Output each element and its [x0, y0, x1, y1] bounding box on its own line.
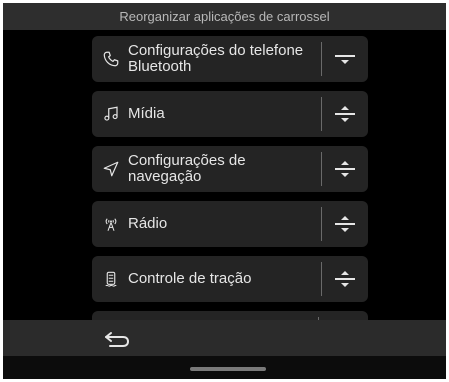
back-arrow-icon[interactable] — [99, 326, 135, 352]
reorder-icon[interactable] — [322, 146, 368, 192]
bottom-bar — [3, 320, 446, 356]
list-item-label: Configurações do telefone Bluetooth — [128, 42, 304, 75]
radio-antenna-icon — [94, 201, 128, 247]
traction-control-icon — [94, 256, 128, 302]
reorder-icon[interactable] — [322, 256, 368, 302]
reorder-icon[interactable] — [322, 91, 368, 137]
list-item-label: Rádio — [128, 215, 168, 232]
list-item-media[interactable]: Mídia — [92, 91, 368, 137]
list-item-partial[interactable] — [92, 311, 368, 320]
navigation-arrow-icon — [94, 146, 128, 192]
app-list: Configurações do telefone Bluetooth Mídi… — [3, 30, 446, 320]
list-item-label: Controle de tração — [128, 270, 252, 287]
title-bar: Reorganizar aplicações de carrossel — [3, 3, 446, 30]
home-indicator[interactable] — [190, 367, 266, 371]
move-down-icon[interactable] — [322, 36, 368, 82]
reorder-icon[interactable] — [322, 201, 368, 247]
list-item-radio[interactable]: Rádio — [92, 201, 368, 247]
phone-icon — [94, 36, 128, 82]
list-item-bluetooth-phone[interactable]: Configurações do telefone Bluetooth — [92, 36, 368, 82]
list-item-navigation-settings[interactable]: Configurações de navegação — [92, 146, 368, 192]
music-note-icon — [94, 91, 128, 137]
page-title: Reorganizar aplicações de carrossel — [119, 9, 330, 24]
home-bar — [3, 356, 446, 379]
list-item-traction-control[interactable]: Controle de tração — [92, 256, 368, 302]
carousel-reorder-screen: Reorganizar aplicações de carrossel Conf… — [3, 3, 446, 379]
list-item-label: Configurações de navegação — [128, 152, 246, 185]
list-item-label: Mídia — [128, 105, 165, 122]
